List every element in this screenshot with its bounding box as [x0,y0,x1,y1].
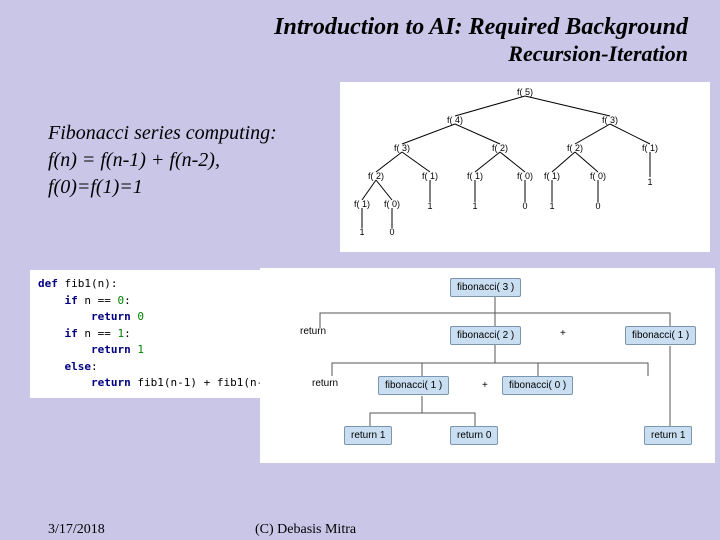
tree-node: f( 0) [590,171,606,181]
fib-def-line-3: f(0)=f(1)=1 [48,174,277,201]
title-line-2: Recursion-Iteration [0,41,688,67]
kw-return: return [38,376,137,389]
return-label: return [300,326,326,337]
call-diagram: fibonacci( 3 ) return fibonacci( 2 ) + f… [260,268,715,463]
ret-1: 1 [131,343,144,356]
tree-edges [340,82,710,252]
kw-return: return [38,343,131,356]
cond: n == [78,294,118,307]
tree-node: f( 4) [447,115,463,125]
call-fib1: fib1 [217,376,244,389]
colon: : [124,327,131,340]
tree-node: f( 3) [394,143,410,153]
tree-node: f( 1) [544,171,560,181]
tree-node: f( 2) [368,171,384,181]
footer-copyright: (C) Debasis Mitra [255,522,356,538]
ret-0: 0 [131,310,144,323]
tree-node: f( 1) [642,143,658,153]
tree-leaf: 0 [389,227,394,237]
call-fib1: fib1 [137,376,164,389]
tree-node: f( 0) [384,199,400,209]
fibonacci-definition: Fibonacci series computing: f(n) = f(n-1… [48,120,277,201]
tree-leaf: 1 [549,201,554,211]
plus-label: + [482,380,488,391]
tree-node: f( 5) [517,87,533,97]
footer-date: 3/17/2018 [48,522,105,538]
kw-if: if [38,294,78,307]
tree-node: f( 2) [567,143,583,153]
code-block: def fib1(n): if n == 0: return 0 if n ==… [30,270,261,398]
slide-title: Introduction to AI: Required Background … [0,0,720,67]
arg: (n-1) [164,376,197,389]
recursion-tree: f( 5) f( 4) f( 3) f( 3) f( 2) f( 2) f( 1… [340,82,710,252]
tree-leaf: 1 [647,177,652,187]
kw-else: else [38,360,91,373]
fn-name: fib1 [65,277,92,290]
return-0: return 0 [450,426,498,445]
call-fib0-lr: fibonacci( 0 ) [502,376,573,395]
tree-node: f( 1) [422,171,438,181]
kw-def: def [38,277,58,290]
tree-leaf: 0 [595,201,600,211]
tree-leaf: 0 [522,201,527,211]
colon: : [124,294,131,307]
return-1-left: return 1 [344,426,392,445]
title-line-1: Introduction to AI: Required Background [0,14,688,41]
tree-node: f( 0) [517,171,533,181]
call-root: fibonacci( 3 ) [450,278,521,297]
tree-node: f( 2) [492,143,508,153]
cond: n == [78,327,118,340]
colon: : [91,360,98,373]
tree-leaf: 1 [427,201,432,211]
params: (n): [91,277,118,290]
return-label: return [312,378,338,389]
tree-node: f( 1) [354,199,370,209]
tree-leaf: 1 [359,227,364,237]
call-fib2: fibonacci( 2 ) [450,326,521,345]
fib-def-line-1: Fibonacci series computing: [48,120,277,147]
tree-node: f( 3) [602,115,618,125]
kw-if: if [38,327,78,340]
plus: + [197,376,217,389]
return-1-right: return 1 [644,426,692,445]
fib-def-line-2: f(n) = f(n-1) + f(n-2), [48,147,277,174]
tree-node: f( 1) [467,171,483,181]
kw-return: return [38,310,131,323]
tree-leaf: 1 [472,201,477,211]
plus-label: + [560,328,566,339]
call-fib1-ll: fibonacci( 1 ) [378,376,449,395]
call-fib1-right: fibonacci( 1 ) [625,326,696,345]
